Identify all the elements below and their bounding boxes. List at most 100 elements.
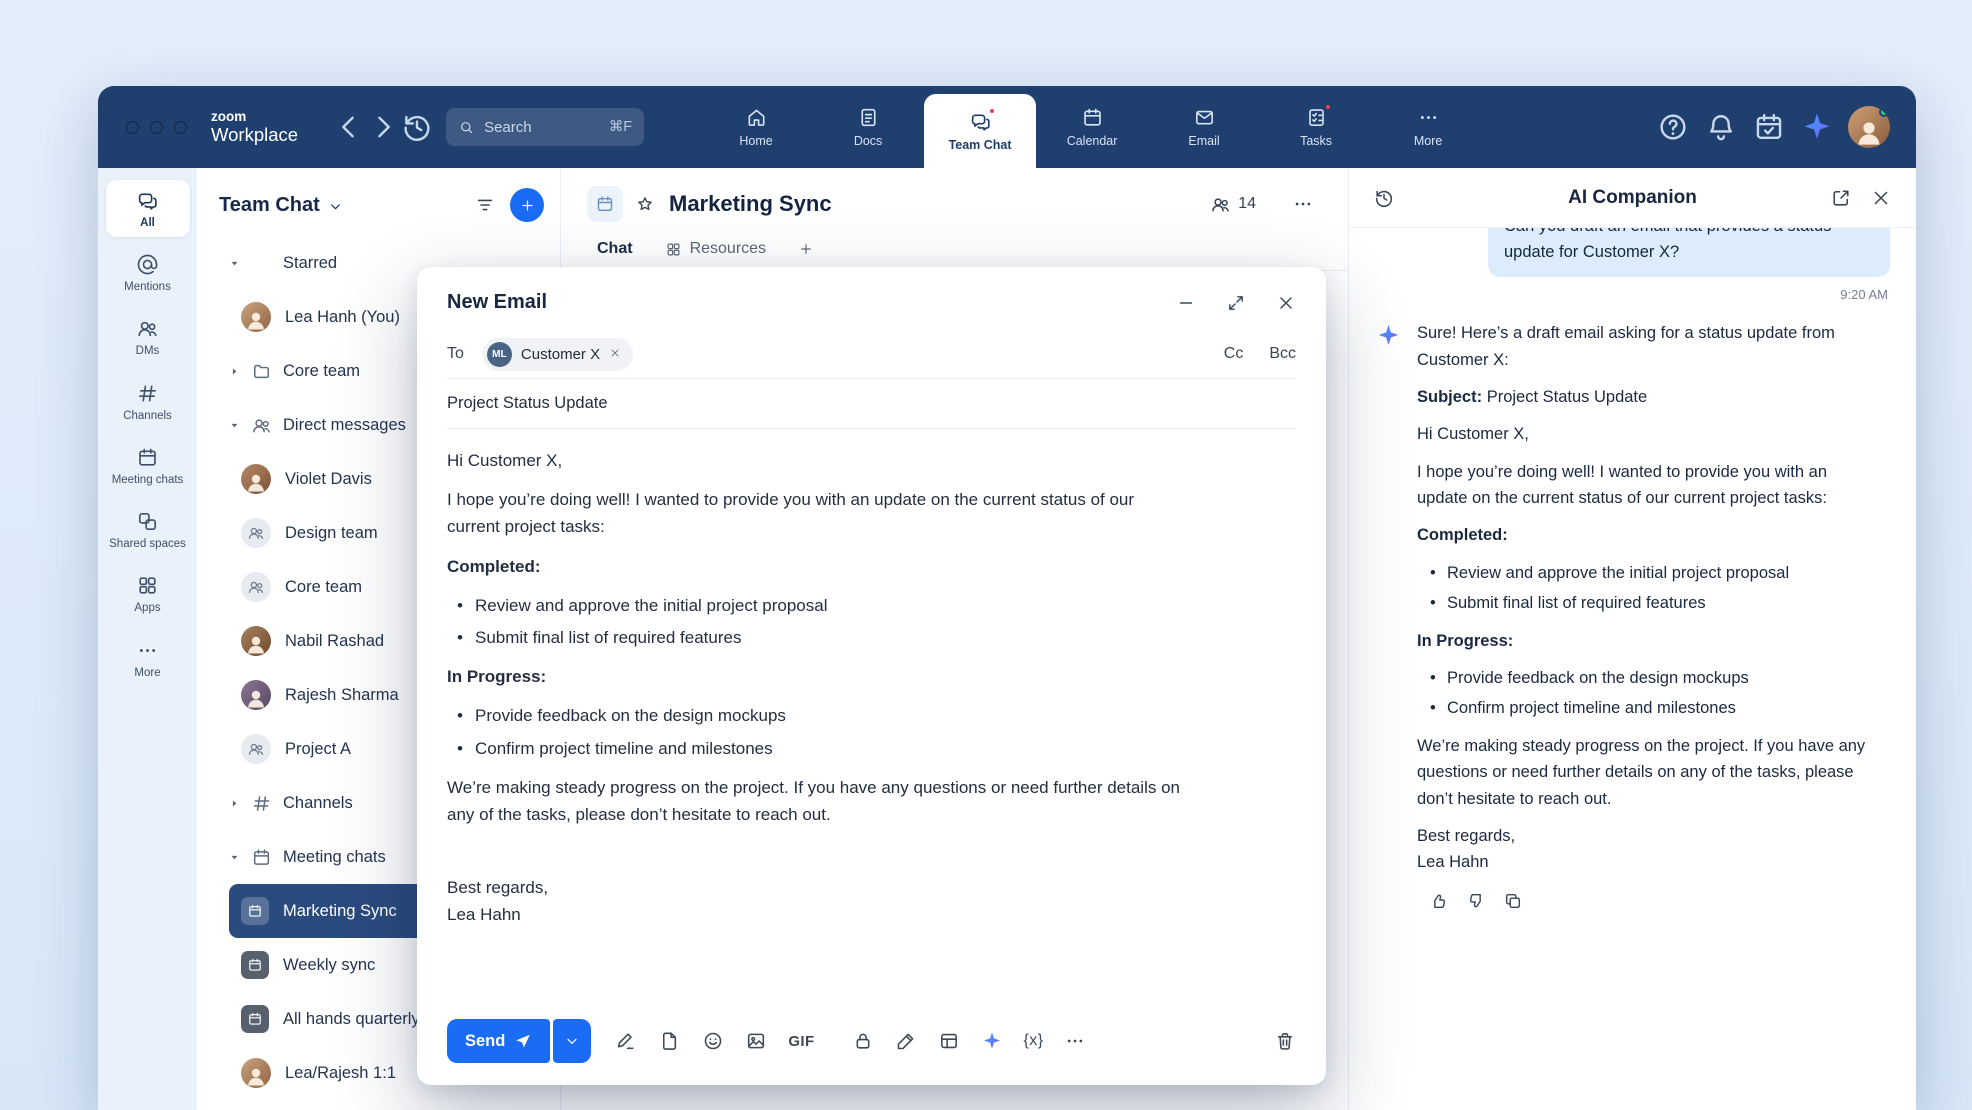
email-list-item: Confirm project timeline and milestones [447,735,1296,762]
home-icon [745,106,768,129]
discard-draft-button[interactable] [1274,1030,1296,1052]
maximize-window-button[interactable] [174,121,187,134]
encrypt-button[interactable] [852,1030,874,1052]
subject-input[interactable]: Project Status Update [417,379,1326,428]
topbar-left: zoom Workplace Search ⌘F [98,86,644,168]
rail-channels[interactable]: Channels [106,373,190,430]
more-dots-icon [1064,1030,1086,1052]
bcc-button[interactable]: Bcc [1269,345,1296,363]
tab-resources[interactable]: Resources [665,240,766,258]
search-input[interactable]: Search ⌘F [446,108,644,146]
add-tab-button[interactable] [798,241,814,257]
ai-subject-value: Project Status Update [1487,388,1648,406]
expand-icon [1226,293,1246,313]
nav-email[interactable]: Email [1148,86,1260,168]
attach-file-button[interactable] [659,1030,681,1052]
insert-image-button[interactable] [745,1030,767,1052]
ai-intro: Sure! Here’s a draft email asking for a … [1417,320,1880,373]
plus-icon [798,241,814,257]
back-button[interactable] [332,110,366,144]
person-silhouette-icon [244,1064,268,1088]
meeting-calendar-badge[interactable] [587,186,623,222]
minimize-compose-button[interactable] [1176,293,1196,313]
ai-close-button[interactable] [1870,187,1892,209]
rail-more[interactable]: More [106,630,190,687]
template-button[interactable] [938,1030,960,1052]
dm-label: Lea Hanh (You) [285,308,400,327]
hash-icon [251,793,272,814]
copy-button[interactable] [1503,891,1523,911]
notifications-button[interactable] [1704,110,1738,144]
lock-icon [852,1030,874,1052]
avatar [241,302,271,332]
team-chat-notification-dot [988,107,996,115]
member-count-button[interactable]: 14 [1210,194,1256,215]
team-chat-title-dropdown[interactable]: Team Chat [219,194,343,217]
person-silhouette-icon [244,308,268,332]
remove-recipient-button[interactable] [609,346,621,363]
recipient-chip[interactable]: ML Customer X [482,338,633,371]
nav-tasks[interactable]: Tasks [1260,86,1372,168]
nav-team-chat[interactable]: Team Chat [924,94,1036,168]
forward-button[interactable] [366,110,400,144]
expand-compose-button[interactable] [1226,293,1246,313]
rail-all[interactable]: All [106,180,190,237]
toolbar-more-button[interactable] [1064,1030,1086,1052]
group-label: Design team [285,524,378,543]
ai-popout-button[interactable] [1830,187,1852,209]
thumbs-down-button[interactable] [1466,891,1486,911]
help-button[interactable] [1656,110,1690,144]
ai-signature: Lea Hahn [1417,849,1880,875]
minimize-window-button[interactable] [150,121,163,134]
ai-sparkle-icon [981,1030,1003,1052]
emoji-button[interactable] [702,1030,724,1052]
close-window-button[interactable] [126,121,139,134]
nav-calendar[interactable]: Calendar [1036,86,1148,168]
ai-assist-button[interactable] [981,1030,1003,1052]
to-label: To [447,345,464,363]
hash-icon [136,382,159,405]
cc-button[interactable]: Cc [1224,345,1244,363]
email-list-item: Provide feedback on the design mockups [447,702,1296,729]
filter-button[interactable] [474,194,496,216]
new-chat-button[interactable] [510,188,544,222]
main-navigation: Home Docs Team Chat Calendar Email [700,86,1484,168]
history-button[interactable] [400,110,434,144]
ai-signoff: Best regards, [1417,823,1880,849]
email-body-editor[interactable]: Hi Customer X, I hope you’re doing well!… [417,429,1326,1009]
nav-docs[interactable]: Docs [812,86,924,168]
user-avatar[interactable] [1848,106,1890,148]
to-field[interactable]: To ML Customer X Cc Bcc [417,330,1326,378]
ai-companion-button[interactable] [1800,110,1834,144]
star-channel-button[interactable] [635,194,655,214]
email-icon [1193,106,1216,129]
nav-home[interactable]: Home [700,86,812,168]
gif-button[interactable]: GIF [788,1033,814,1050]
rail-meeting-chats[interactable]: Meeting chats [106,437,190,494]
rail-mentions[interactable]: Mentions [106,244,190,301]
copy-icon [1503,891,1523,911]
close-compose-button[interactable] [1276,293,1296,313]
send-button[interactable]: Send [447,1019,550,1063]
rail-shared-spaces[interactable]: Shared spaces [106,501,190,558]
nav-more[interactable]: More [1372,86,1484,168]
rail-apps[interactable]: Apps [106,565,190,622]
ai-conversation[interactable]: Can you draft an email that provides a s… [1349,228,1916,1110]
nav-more-label: More [1414,134,1442,148]
send-options-button[interactable] [553,1019,591,1063]
rail-dms[interactable]: DMs [106,308,190,365]
send-label: Send [465,1032,505,1051]
tab-chat[interactable]: Chat [597,240,633,258]
compose-toolbar: Send GIF {x} [417,1009,1326,1085]
ai-history-button[interactable] [1373,187,1395,209]
calendar-icon [247,903,263,919]
chat-more-options-button[interactable] [1292,193,1314,215]
new-email-modal: New Email To ML Customer X Cc Bcc Projec… [417,267,1326,1085]
thumbs-up-button[interactable] [1429,891,1449,911]
signature-button[interactable] [616,1030,638,1052]
chat-title: Marketing Sync [669,191,832,217]
variables-button[interactable]: {x} [1024,1032,1044,1050]
upcoming-meetings-button[interactable] [1752,110,1786,144]
edit-button[interactable] [895,1030,917,1052]
ai-paragraph: I hope you’re doing well! I wanted to pr… [1417,459,1880,512]
